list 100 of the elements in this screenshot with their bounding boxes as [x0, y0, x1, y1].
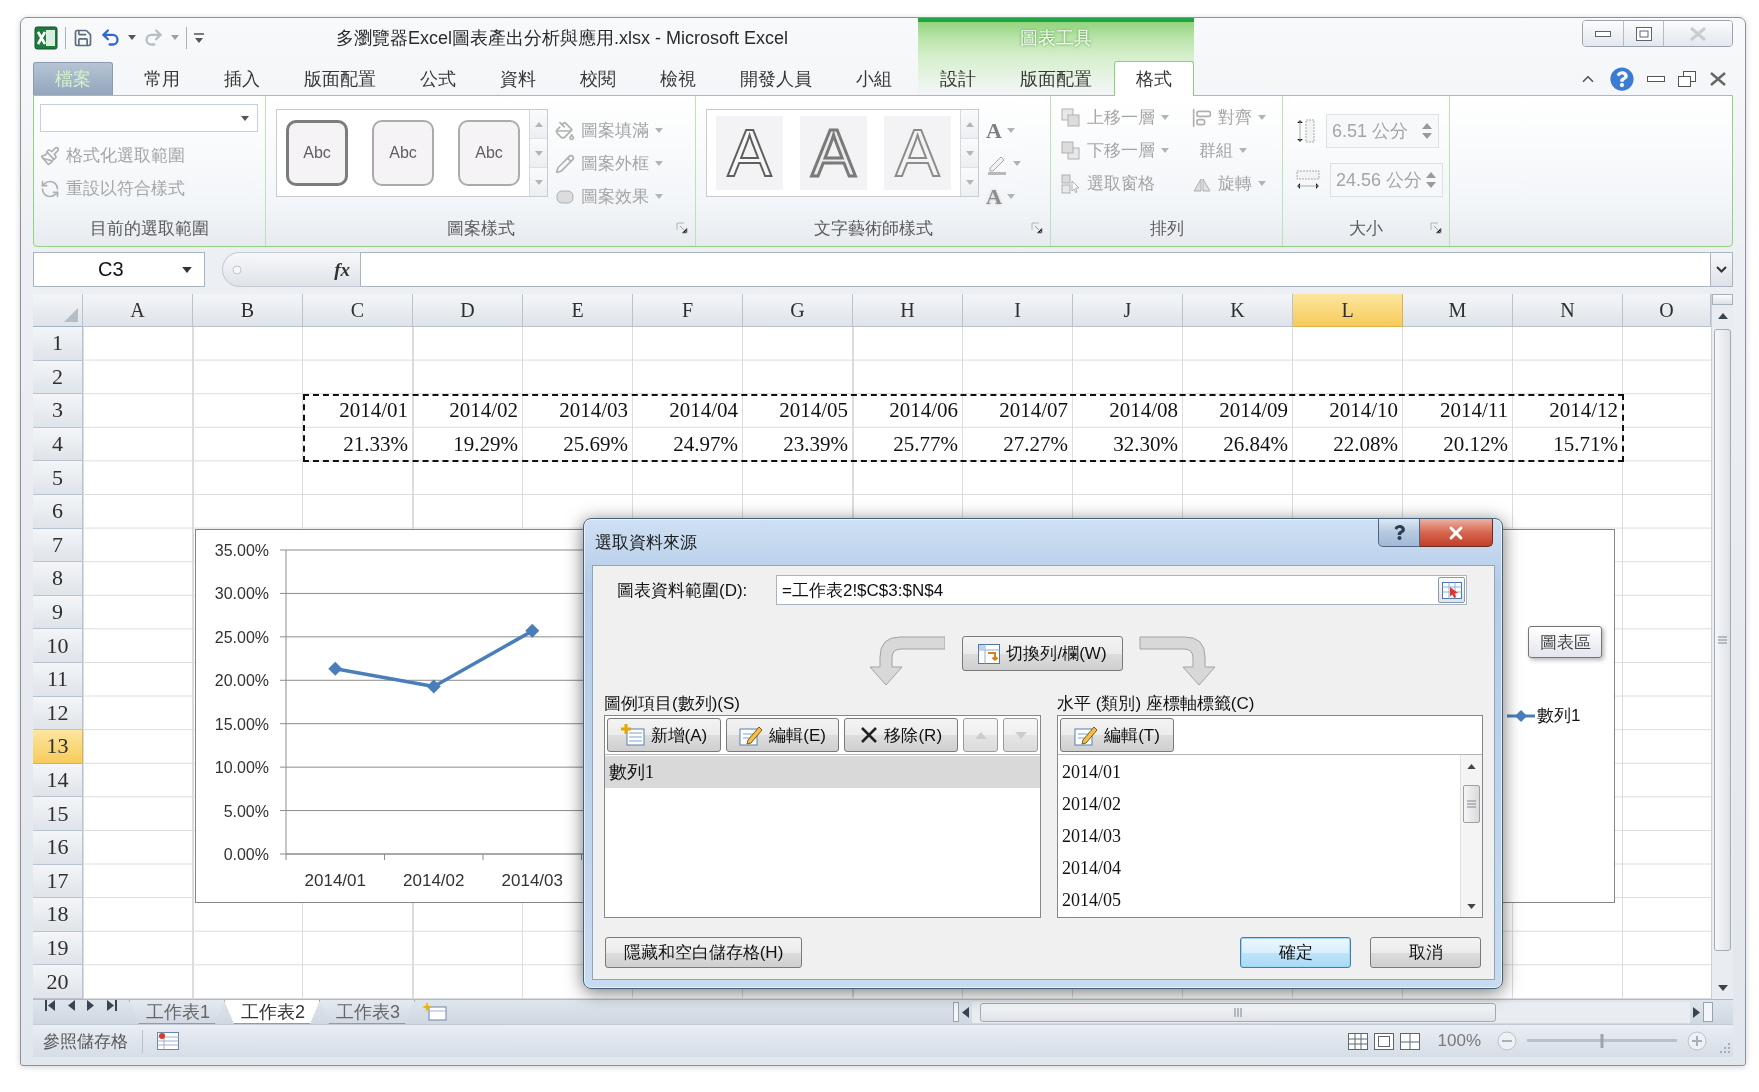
gallery-more-button[interactable]	[530, 168, 547, 196]
gallery-down-button[interactable]	[530, 139, 547, 168]
row-header[interactable]: 17	[33, 864, 83, 899]
column-header[interactable]: O	[1623, 294, 1711, 327]
select-all-button[interactable]	[33, 294, 83, 327]
zoom-in-icon[interactable]	[1687, 1031, 1707, 1051]
gallery-up-button[interactable]	[961, 110, 978, 139]
row-header[interactable]: 1	[33, 327, 83, 361]
column-header[interactable]: I	[963, 294, 1073, 327]
row-header[interactable]: 19	[33, 931, 83, 966]
ribbon-tab[interactable]: 常用	[122, 62, 202, 95]
vertical-scrollbar[interactable]	[1711, 294, 1733, 999]
row-header[interactable]: 7	[33, 528, 83, 563]
row-header[interactable]: 2	[33, 360, 83, 395]
row-header[interactable]: 15	[33, 797, 83, 831]
spin-arrows-icon[interactable]	[1422, 122, 1432, 140]
page-view-icon[interactable]	[1373, 1032, 1394, 1050]
caret-icon[interactable]	[182, 266, 192, 273]
ribbon-tab[interactable]: 開發人員	[718, 62, 834, 95]
list-scrollbar[interactable]	[1460, 755, 1482, 917]
row-header[interactable]: 20	[33, 965, 83, 999]
column-header[interactable]: B	[193, 294, 303, 327]
sheet-tab[interactable]: 工作表1	[129, 1000, 225, 1024]
x-logo-icon[interactable]	[34, 25, 58, 50]
horizontal-scrollbar[interactable]	[972, 1001, 1690, 1023]
sheet-tab[interactable]: 工作表3	[319, 1000, 416, 1024]
triangle-right-icon[interactable]	[87, 1000, 95, 1011]
column-header[interactable]: M	[1403, 294, 1513, 327]
ribbon-tab[interactable]: 版面配置	[282, 62, 398, 95]
gallery-down-button[interactable]	[961, 139, 978, 168]
minimize-button[interactable]	[1583, 21, 1623, 46]
row-header[interactable]: 3	[33, 394, 83, 428]
gallery-up-button[interactable]	[530, 110, 547, 139]
sheet-star-icon[interactable]	[422, 1002, 449, 1022]
name-box[interactable]: C3	[33, 252, 205, 287]
row-header[interactable]: 9	[33, 595, 83, 630]
help-button[interactable]	[1378, 519, 1420, 547]
formula-input[interactable]	[360, 252, 1711, 287]
row-header[interactable]: 14	[33, 763, 83, 798]
axis-label-item[interactable]: 2014/05	[1058, 884, 1460, 916]
ribbon-tab[interactable]: 設計	[918, 62, 998, 95]
close-icon[interactable]	[1709, 70, 1727, 87]
row-header[interactable]: 18	[33, 898, 83, 932]
column-header[interactable]: H	[853, 294, 963, 327]
split-handle[interactable]	[1703, 1002, 1713, 1022]
zoom-out-icon[interactable]	[1497, 1031, 1517, 1051]
column-header[interactable]: A	[83, 294, 193, 327]
minimize-icon[interactable]	[1647, 75, 1665, 82]
row-header[interactable]: 5	[33, 461, 83, 495]
restore-button[interactable]	[1623, 21, 1663, 46]
triangle-right-icon[interactable]	[1693, 1006, 1700, 1018]
split-page-view-icon[interactable]	[1399, 1032, 1420, 1050]
range-picker-button[interactable]	[1438, 577, 1465, 603]
gallery-more-button[interactable]	[961, 168, 978, 196]
column-header[interactable]: J	[1073, 294, 1183, 327]
spin-arrows-icon[interactable]	[1426, 171, 1436, 189]
ribbon-tab[interactable]: 插入	[202, 62, 282, 95]
ribbon-tab[interactable]: 檢視	[638, 62, 718, 95]
column-header[interactable]: F	[633, 294, 743, 327]
help-icon[interactable]	[1610, 66, 1634, 91]
sheet-record-icon[interactable]	[157, 1032, 179, 1050]
row-header[interactable]: 16	[33, 830, 83, 865]
remove-button[interactable]: 移除(R)	[844, 718, 959, 752]
row-header[interactable]: 12	[33, 696, 83, 731]
row-header[interactable]: 13	[33, 730, 83, 764]
scrollbar-thumb[interactable]	[980, 1002, 1496, 1022]
bar-triangle-left-icon[interactable]	[45, 1000, 56, 1011]
expand-formula-button[interactable]	[1711, 252, 1733, 287]
ribbon-tab[interactable]: 資料	[478, 62, 558, 95]
scrollbar-thumb[interactable]	[1714, 329, 1731, 951]
triangle-left-icon[interactable]	[962, 1006, 969, 1018]
triangle-left-icon[interactable]	[67, 1000, 75, 1011]
ribbon-tab[interactable]: 版面配置	[998, 62, 1114, 95]
axis-label-item[interactable]: 2014/01	[1058, 756, 1460, 788]
column-header[interactable]: G	[743, 294, 853, 327]
hidden-cells-button[interactable]: 隱藏和空白儲存格(H)	[605, 937, 802, 968]
column-header[interactable]: D	[413, 294, 523, 327]
row-header[interactable]: 11	[33, 662, 83, 697]
undo-icon[interactable]	[100, 27, 121, 48]
customize-menu-icon[interactable]	[194, 31, 204, 44]
row-header[interactable]: 4	[33, 427, 83, 462]
split-box[interactable]	[1712, 294, 1733, 305]
zoom-slider-thumb[interactable]	[1600, 1034, 1604, 1048]
sheet-tab[interactable]: 工作表2	[224, 1000, 321, 1024]
caret-icon[interactable]	[128, 35, 136, 40]
grid-view-icon[interactable]	[1347, 1032, 1368, 1050]
axis-label-item[interactable]: 2014/03	[1058, 820, 1460, 852]
row-header[interactable]: 8	[33, 562, 83, 596]
add-button[interactable]: 新增(A)	[607, 718, 721, 752]
range-input[interactable]: =工作表2!$C$3:$N$4	[776, 575, 1467, 605]
column-header[interactable]: E	[523, 294, 633, 327]
row-header[interactable]: 6	[33, 494, 83, 529]
ribbon-tab[interactable]: 格式	[1114, 61, 1194, 96]
close-button[interactable]	[1420, 519, 1493, 547]
switch-row-column-button[interactable]: 切換列/欄(W)	[962, 636, 1123, 671]
column-header[interactable]: N	[1513, 294, 1623, 327]
insert-function-button[interactable]: fx	[328, 258, 356, 281]
edit-button[interactable]: 編輯(T)	[1060, 718, 1174, 752]
axis-label-item[interactable]: 2014/02	[1058, 788, 1460, 820]
split-handle[interactable]	[953, 1002, 959, 1022]
